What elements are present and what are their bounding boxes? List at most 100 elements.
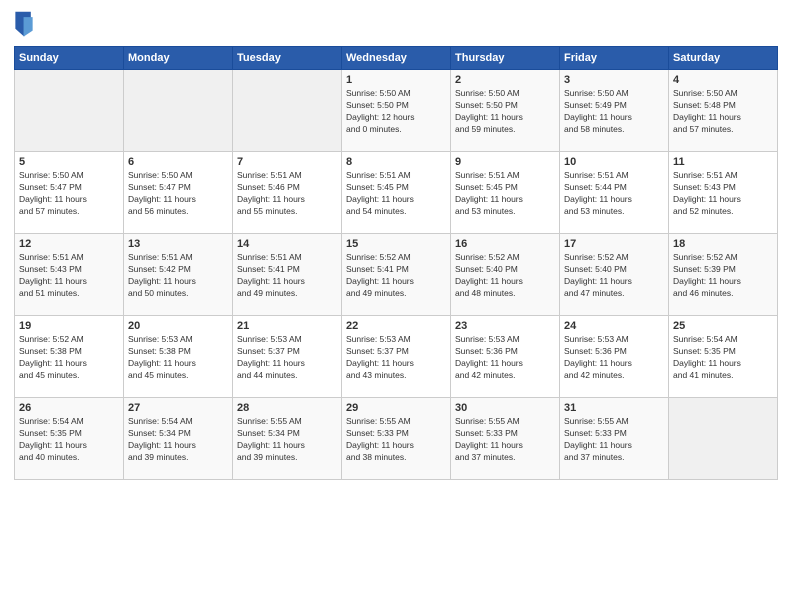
day-number: 20 — [128, 320, 228, 332]
day-number: 28 — [237, 402, 337, 414]
day-number: 4 — [673, 74, 773, 86]
weekday-row: SundayMondayTuesdayWednesdayThursdayFrid… — [15, 47, 778, 70]
day-number: 29 — [346, 402, 446, 414]
calendar-week-row: 26 Sunrise: 5:54 AMSunset: 5:35 PMDayligh… — [15, 398, 778, 480]
day-info: Sunrise: 5:50 AMSunset: 5:49 PMDaylight:… — [564, 88, 664, 136]
calendar-cell: 18Sunrise: 5:52 AMSunset: 5:39 PMDayligh… — [669, 234, 778, 316]
calendar-cell: 21 Sunrise: 5:53 AMSunset: 5:37 PMDayligh… — [233, 316, 342, 398]
logo-icon — [14, 10, 34, 38]
day-number: 11 — [673, 156, 773, 168]
day-number: 2 — [455, 74, 555, 86]
calendar-week-row: 1 Sunrise: 5:50 AMSunset: 5:50 PMDaylight… — [15, 70, 778, 152]
day-info: Sunrise: 5:52 AMSunset: 5:40 PMDaylight:… — [455, 252, 555, 300]
calendar-cell: 20 Sunrise: 5:53 AMSunset: 5:38 PMDayligh… — [124, 316, 233, 398]
day-number: 9 — [455, 156, 555, 168]
header — [14, 10, 778, 38]
weekday-header: Thursday — [451, 47, 560, 70]
day-info: Sunrise: 5:51 AMSunset: 5:45 PMDaylight:… — [455, 170, 555, 218]
day-info: Sunrise: 5:50 AMSunset: 5:48 PMDaylight:… — [673, 88, 773, 136]
day-number: 14 — [237, 238, 337, 250]
calendar-cell: 15 Sunrise: 5:52 AMSunset: 5:41 PMDayligh… — [342, 234, 451, 316]
day-number: 3 — [564, 74, 664, 86]
weekday-header: Friday — [560, 47, 669, 70]
calendar-cell: 30Sunrise: 5:55 AMSunset: 5:33 PMDayligh… — [451, 398, 560, 480]
day-info: Sunrise: 5:50 AMSunset: 5:50 PMDaylight:… — [455, 88, 555, 136]
day-info: Sunrise: 5:51 AMSunset: 5:43 PMDaylight:… — [19, 252, 119, 300]
calendar-cell: 17Sunrise: 5:52 AMSunset: 5:40 PMDayligh… — [560, 234, 669, 316]
calendar-week-row: 5 Sunrise: 5:50 AMSunset: 5:47 PMDaylight… — [15, 152, 778, 234]
weekday-header: Sunday — [15, 47, 124, 70]
calendar-week-row: 19Sunrise: 5:52 AMSunset: 5:38 PMDayligh… — [15, 316, 778, 398]
calendar-body: 1 Sunrise: 5:50 AMSunset: 5:50 PMDaylight… — [15, 70, 778, 480]
day-info: Sunrise: 5:51 AMSunset: 5:44 PMDaylight:… — [564, 170, 664, 218]
calendar-cell: 6 Sunrise: 5:50 AMSunset: 5:47 PMDaylight… — [124, 152, 233, 234]
day-number: 21 — [237, 320, 337, 332]
day-number: 8 — [346, 156, 446, 168]
calendar-week-row: 12Sunrise: 5:51 AMSunset: 5:43 PMDayligh… — [15, 234, 778, 316]
calendar-cell: 26 Sunrise: 5:54 AMSunset: 5:35 PMDayligh… — [15, 398, 124, 480]
day-number: 7 — [237, 156, 337, 168]
calendar-cell: 23 Sunrise: 5:53 AMSunset: 5:36 PMDayligh… — [451, 316, 560, 398]
day-number: 30 — [455, 402, 555, 414]
day-info: Sunrise: 5:53 AMSunset: 5:36 PMDaylight:… — [564, 334, 664, 382]
calendar-cell: 4 Sunrise: 5:50 AMSunset: 5:48 PMDaylight… — [669, 70, 778, 152]
day-number: 5 — [19, 156, 119, 168]
calendar-header: SundayMondayTuesdayWednesdayThursdayFrid… — [15, 47, 778, 70]
calendar-cell: 2 Sunrise: 5:50 AMSunset: 5:50 PMDaylight… — [451, 70, 560, 152]
day-info: Sunrise: 5:52 AMSunset: 5:38 PMDaylight:… — [19, 334, 119, 382]
calendar-cell: 11 Sunrise: 5:51 AMSunset: 5:43 PMDayligh… — [669, 152, 778, 234]
day-number: 16 — [455, 238, 555, 250]
calendar-cell: 10Sunrise: 5:51 AMSunset: 5:44 PMDayligh… — [560, 152, 669, 234]
day-info: Sunrise: 5:53 AMSunset: 5:37 PMDaylight:… — [346, 334, 446, 382]
calendar-cell: 5Sunrise: 5:50 AMSunset: 5:47 PMDaylight… — [15, 152, 124, 234]
day-info: Sunrise: 5:53 AMSunset: 5:38 PMDaylight:… — [128, 334, 228, 382]
logo — [14, 10, 38, 38]
calendar-cell: 9 Sunrise: 5:51 AMSunset: 5:45 PMDaylight… — [451, 152, 560, 234]
day-number: 6 — [128, 156, 228, 168]
day-info: Sunrise: 5:55 AMSunset: 5:34 PMDaylight:… — [237, 416, 337, 464]
day-info: Sunrise: 5:52 AMSunset: 5:41 PMDaylight:… — [346, 252, 446, 300]
day-number: 13 — [128, 238, 228, 250]
calendar-container: SundayMondayTuesdayWednesdayThursdayFrid… — [0, 0, 792, 612]
calendar-cell — [669, 398, 778, 480]
calendar-cell: 13 Sunrise: 5:51 AMSunset: 5:42 PMDayligh… — [124, 234, 233, 316]
day-info: Sunrise: 5:55 AMSunset: 5:33 PMDaylight:… — [564, 416, 664, 464]
day-info: Sunrise: 5:50 AMSunset: 5:47 PMDaylight:… — [128, 170, 228, 218]
day-number: 17 — [564, 238, 664, 250]
calendar-cell — [124, 70, 233, 152]
day-info: Sunrise: 5:54 AMSunset: 5:35 PMDaylight:… — [673, 334, 773, 382]
calendar-cell: 16 Sunrise: 5:52 AMSunset: 5:40 PMDayligh… — [451, 234, 560, 316]
calendar-cell: 3 Sunrise: 5:50 AMSunset: 5:49 PMDaylight… — [560, 70, 669, 152]
calendar-cell: 7 Sunrise: 5:51 AMSunset: 5:46 PMDaylight… — [233, 152, 342, 234]
day-info: Sunrise: 5:50 AMSunset: 5:50 PMDaylight:… — [346, 88, 446, 136]
calendar-cell: 29 Sunrise: 5:55 AMSunset: 5:33 PMDayligh… — [342, 398, 451, 480]
day-info: Sunrise: 5:55 AMSunset: 5:33 PMDaylight:… — [346, 416, 446, 464]
calendar-cell: 31Sunrise: 5:55 AMSunset: 5:33 PMDayligh… — [560, 398, 669, 480]
day-number: 25 — [673, 320, 773, 332]
day-number: 1 — [346, 74, 446, 86]
day-info: Sunrise: 5:51 AMSunset: 5:46 PMDaylight:… — [237, 170, 337, 218]
day-info: Sunrise: 5:54 AMSunset: 5:35 PMDaylight:… — [19, 416, 119, 464]
calendar-cell — [15, 70, 124, 152]
day-info: Sunrise: 5:53 AMSunset: 5:37 PMDaylight:… — [237, 334, 337, 382]
calendar-cell: 1 Sunrise: 5:50 AMSunset: 5:50 PMDaylight… — [342, 70, 451, 152]
calendar-cell: 14 Sunrise: 5:51 AMSunset: 5:41 PMDayligh… — [233, 234, 342, 316]
calendar-cell: 19Sunrise: 5:52 AMSunset: 5:38 PMDayligh… — [15, 316, 124, 398]
calendar-cell: 22Sunrise: 5:53 AMSunset: 5:37 PMDayligh… — [342, 316, 451, 398]
day-number: 23 — [455, 320, 555, 332]
day-number: 26 — [19, 402, 119, 414]
weekday-header: Tuesday — [233, 47, 342, 70]
calendar-cell: 24Sunrise: 5:53 AMSunset: 5:36 PMDayligh… — [560, 316, 669, 398]
day-info: Sunrise: 5:51 AMSunset: 5:41 PMDaylight:… — [237, 252, 337, 300]
calendar-cell: 8Sunrise: 5:51 AMSunset: 5:45 PMDaylight… — [342, 152, 451, 234]
day-number: 18 — [673, 238, 773, 250]
day-info: Sunrise: 5:53 AMSunset: 5:36 PMDaylight:… — [455, 334, 555, 382]
calendar-cell — [233, 70, 342, 152]
day-info: Sunrise: 5:51 AMSunset: 5:43 PMDaylight:… — [673, 170, 773, 218]
day-number: 27 — [128, 402, 228, 414]
day-info: Sunrise: 5:54 AMSunset: 5:34 PMDaylight:… — [128, 416, 228, 464]
day-number: 15 — [346, 238, 446, 250]
calendar-cell: 12Sunrise: 5:51 AMSunset: 5:43 PMDayligh… — [15, 234, 124, 316]
weekday-header: Monday — [124, 47, 233, 70]
day-info: Sunrise: 5:51 AMSunset: 5:42 PMDaylight:… — [128, 252, 228, 300]
